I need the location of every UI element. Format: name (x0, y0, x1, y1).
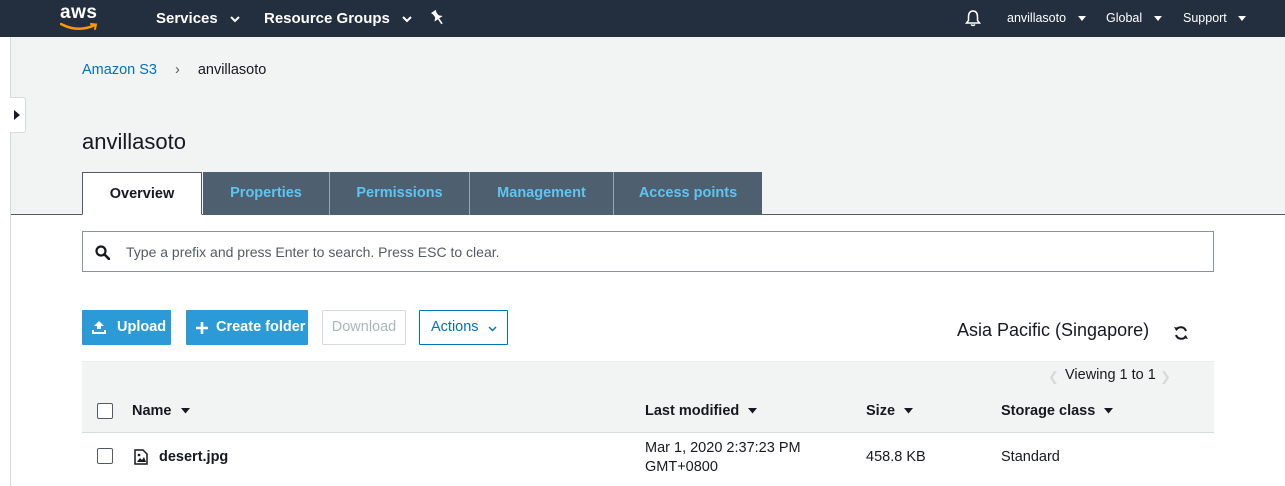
side-navigation-toggle[interactable] (10, 97, 26, 133)
upload-button-label: Upload (117, 319, 167, 335)
search-icon (95, 245, 110, 260)
column-header-last-modified[interactable]: Last modified (645, 403, 758, 419)
column-header-storage-class-label: Storage class (1001, 403, 1096, 419)
column-header-name-label: Name (132, 403, 172, 419)
last-modified-date: Mar 1, 2020 2:37:23 PM (645, 440, 801, 456)
search-input[interactable] (126, 233, 1206, 270)
tab-overview[interactable]: Overview (82, 172, 202, 215)
resource-groups-menu[interactable]: Resource Groups (264, 0, 412, 37)
chevron-down-icon (1238, 15, 1247, 21)
previous-page-icon[interactable]: ❮ (1048, 369, 1059, 385)
column-header-size-label: Size (866, 403, 896, 419)
region-label: Global (1106, 11, 1143, 25)
plus-icon (196, 322, 208, 334)
column-header-storage-class[interactable]: Storage class (1001, 403, 1114, 419)
image-file-icon (134, 449, 148, 465)
download-button[interactable]: Download (322, 310, 406, 345)
column-header-last-modified-label: Last modified (645, 403, 740, 419)
create-folder-button[interactable]: Create folder (186, 310, 308, 345)
upload-icon (92, 321, 106, 334)
column-header-size[interactable]: Size (866, 403, 914, 419)
storage-class: Standard (1001, 449, 1060, 465)
breadcrumb-separator: › (174, 62, 180, 78)
sort-down-icon (748, 408, 758, 414)
chevron-down-icon (402, 15, 412, 22)
chevron-down-icon (1153, 15, 1162, 21)
actions-button-label: Actions (431, 319, 479, 335)
sort-down-icon (1104, 408, 1114, 414)
expand-arrow-icon (14, 110, 20, 120)
aws-logo[interactable]: aws (60, 2, 102, 34)
bell-icon[interactable] (964, 9, 982, 27)
row-select-checkbox[interactable] (97, 448, 113, 464)
viewing-range-text: Viewing 1 to 1 (1065, 367, 1156, 383)
actions-dropdown-button[interactable]: Actions (419, 310, 508, 345)
file-name-link[interactable]: desert.jpg (159, 449, 228, 465)
prefix-search-box[interactable] (82, 231, 1214, 272)
tab-management[interactable]: Management (470, 172, 614, 215)
resource-groups-label: Resource Groups (264, 10, 390, 27)
sort-down-icon (180, 408, 190, 414)
pagination-bar (82, 361, 1214, 390)
last-modified-timezone: GMT+0800 (645, 459, 718, 475)
breadcrumb: Amazon S3 › anvillasoto (82, 62, 266, 78)
aws-logo-text: aws (60, 2, 98, 23)
account-username: anvillasoto (1007, 11, 1067, 25)
support-menu[interactable]: Support (1183, 0, 1247, 37)
services-label: Services (156, 10, 218, 27)
file-size: 458.8 KB (866, 449, 926, 465)
breadcrumb-amazon-s3[interactable]: Amazon S3 (82, 62, 157, 78)
tab-access-points[interactable]: Access points (614, 172, 762, 215)
top-navigation-bar: aws Services Resource Groups anvillasoto… (0, 0, 1285, 37)
account-menu[interactable]: anvillasoto (1007, 0, 1086, 37)
bucket-region-label: Asia Pacific (Singapore) (957, 320, 1150, 340)
tab-permissions[interactable]: Permissions (330, 172, 470, 215)
column-header-name[interactable]: Name (132, 403, 190, 419)
next-page-icon[interactable]: ❯ (1160, 369, 1171, 385)
support-label: Support (1183, 11, 1227, 25)
chevron-down-icon (230, 15, 240, 22)
sort-down-icon (904, 408, 914, 414)
region-menu[interactable]: Global (1106, 0, 1162, 37)
aws-smile-icon (60, 22, 98, 30)
page-title: anvillasoto (82, 129, 186, 154)
chevron-down-icon (488, 326, 497, 332)
services-menu[interactable]: Services (156, 0, 240, 37)
pin-icon[interactable] (430, 9, 446, 27)
chevron-down-icon (1077, 15, 1086, 21)
upload-button[interactable]: Upload (82, 310, 171, 345)
create-folder-button-label: Create folder (216, 319, 306, 335)
refresh-icon[interactable] (1173, 325, 1189, 341)
breadcrumb-current-bucket: anvillasoto (197, 62, 267, 78)
select-all-checkbox[interactable] (97, 403, 113, 419)
tab-properties[interactable]: Properties (203, 172, 330, 215)
